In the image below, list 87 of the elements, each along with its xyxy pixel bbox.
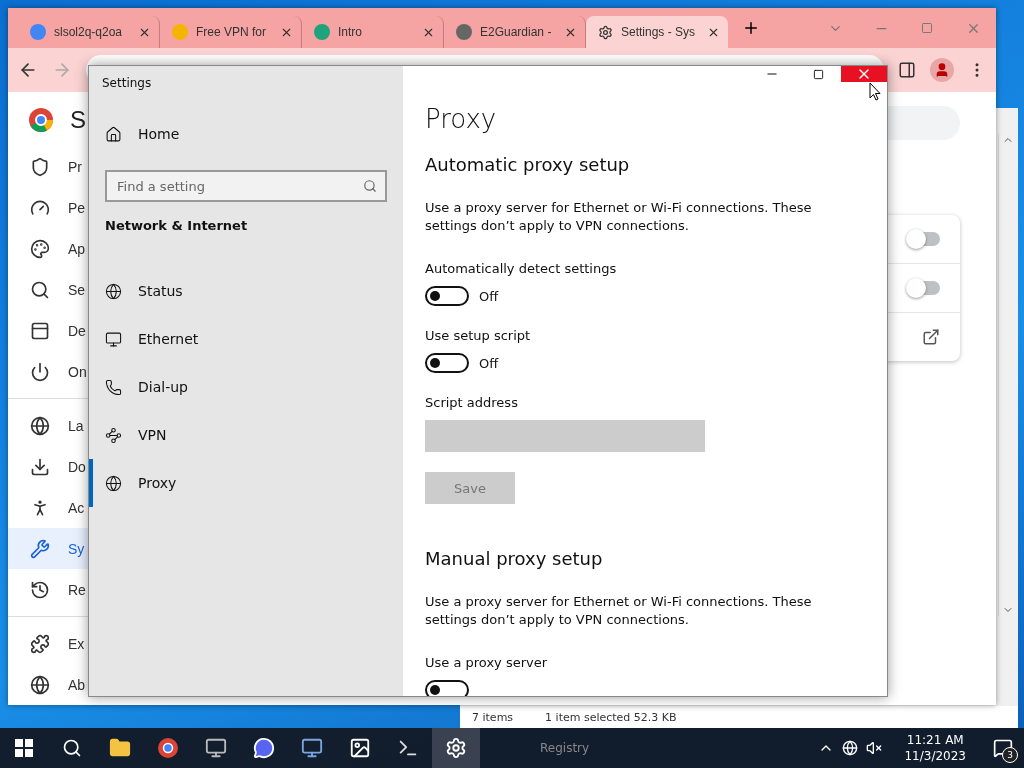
setting-label: Use setup script (425, 328, 531, 343)
sidebar-item[interactable]: Do (8, 446, 88, 487)
sidebar-item[interactable]: La (8, 405, 88, 446)
toggle-switch[interactable] (425, 680, 469, 696)
home-link[interactable]: Home (89, 110, 403, 158)
windows-logo-icon (15, 739, 33, 757)
toggle-switch[interactable] (425, 286, 469, 306)
taskbar-app[interactable] (432, 728, 480, 768)
image-icon (349, 737, 371, 759)
sidebar-item[interactable]: Pr (8, 146, 88, 187)
setting-label: Use a proxy server (425, 655, 548, 670)
chat-icon (253, 737, 275, 759)
section-heading: Network & Internet (104, 218, 249, 233)
settings-icon (598, 24, 613, 40)
toggle-state: Off (479, 288, 499, 304)
volume-muted-icon[interactable] (866, 740, 883, 756)
window-label: Registry (540, 741, 590, 755)
favicon-icon (314, 24, 330, 40)
sidebar-item[interactable]: De (8, 310, 88, 351)
status-text: 7 items (472, 710, 514, 724)
globe-icon (105, 474, 122, 492)
description-text: Use a proxy server for Ethernet or Wi-Fi connections. These settings don’t apply to VPN connections. (425, 593, 813, 629)
section-heading: Automatic proxy setup (425, 154, 630, 175)
sidebar-item[interactable]: Ab (8, 664, 88, 705)
phone-icon (105, 378, 122, 396)
side-panel-icon[interactable] (898, 61, 916, 79)
toggle-switch[interactable] (425, 353, 469, 373)
profile-avatar[interactable] (930, 58, 954, 82)
browser-logo-icon (28, 107, 54, 133)
sidebar-item[interactable]: Pe (8, 187, 88, 228)
palette-icon (30, 238, 50, 259)
search-field[interactable]: Find a setting (105, 170, 387, 202)
description-text: Use a proxy server for Ethernet or Wi-Fi connections. These settings don’t apply to VPN connections. (425, 199, 813, 235)
section-heading: Manual proxy setup (425, 548, 603, 569)
cursor-icon (869, 82, 881, 101)
maximize-icon (812, 68, 824, 80)
puzzle-icon (30, 633, 50, 654)
download-icon (30, 456, 50, 477)
toggle-state: Off (479, 355, 499, 371)
network-icon[interactable] (842, 740, 859, 756)
window-title: Settings (101, 75, 152, 92)
page-title: Proxy (425, 104, 497, 134)
sidebar-item[interactable]: Se (8, 269, 88, 310)
search-field[interactable] (888, 106, 960, 140)
favicon-icon (456, 24, 472, 40)
home-icon (105, 125, 122, 143)
monitor-icon (105, 330, 122, 348)
setting-label: Automatically detect settings (425, 261, 617, 276)
monitor-icon (301, 737, 323, 759)
history-icon (30, 579, 50, 600)
external-link-icon[interactable] (922, 328, 940, 346)
nav-item[interactable]: VPN (89, 411, 403, 459)
sidebar-item[interactable]: Re (8, 569, 88, 610)
browser-window-icon (30, 320, 50, 341)
toggle-switch[interactable] (908, 232, 940, 246)
wrench-icon (30, 538, 50, 559)
status-text: 1 item selected 52.3 KB (545, 710, 677, 724)
search-icon (30, 279, 50, 300)
field-label: Script address (425, 395, 518, 410)
nav-item[interactable]: Ethernet (89, 315, 403, 363)
folder-icon (109, 737, 131, 759)
close-button[interactable] (841, 66, 887, 82)
nav-item[interactable]: Dial-up (89, 363, 403, 411)
sidebar-item[interactable]: Sy (8, 528, 88, 569)
toggle-switch[interactable] (908, 281, 940, 295)
favicon-icon (30, 24, 46, 40)
globe-icon (30, 415, 50, 436)
shield-icon (30, 156, 50, 177)
sidebar-item[interactable]: Ap (8, 228, 88, 269)
globe-icon (30, 674, 50, 695)
sidebar-item[interactable]: Ac (8, 487, 88, 528)
browser-tab[interactable]: Settings - Sys (586, 16, 728, 48)
notification-button[interactable]: 3 (988, 733, 1018, 763)
power-icon (30, 361, 50, 382)
favicon-icon (172, 24, 188, 40)
settings-icon (445, 737, 467, 759)
search-icon (363, 179, 377, 193)
nav-item[interactable]: Status (89, 267, 403, 315)
sidebar-item[interactable]: Ex (8, 623, 88, 664)
page-title: S (70, 106, 86, 134)
browser-icon (157, 737, 179, 759)
sidebar-item[interactable]: On (8, 351, 88, 392)
globe-icon (105, 282, 122, 300)
monitor-icon (205, 737, 227, 759)
new-tab-icon[interactable] (742, 19, 760, 37)
search-icon (62, 738, 82, 758)
clock[interactable]: 11:21 AM 11/3/2023 (890, 732, 980, 764)
